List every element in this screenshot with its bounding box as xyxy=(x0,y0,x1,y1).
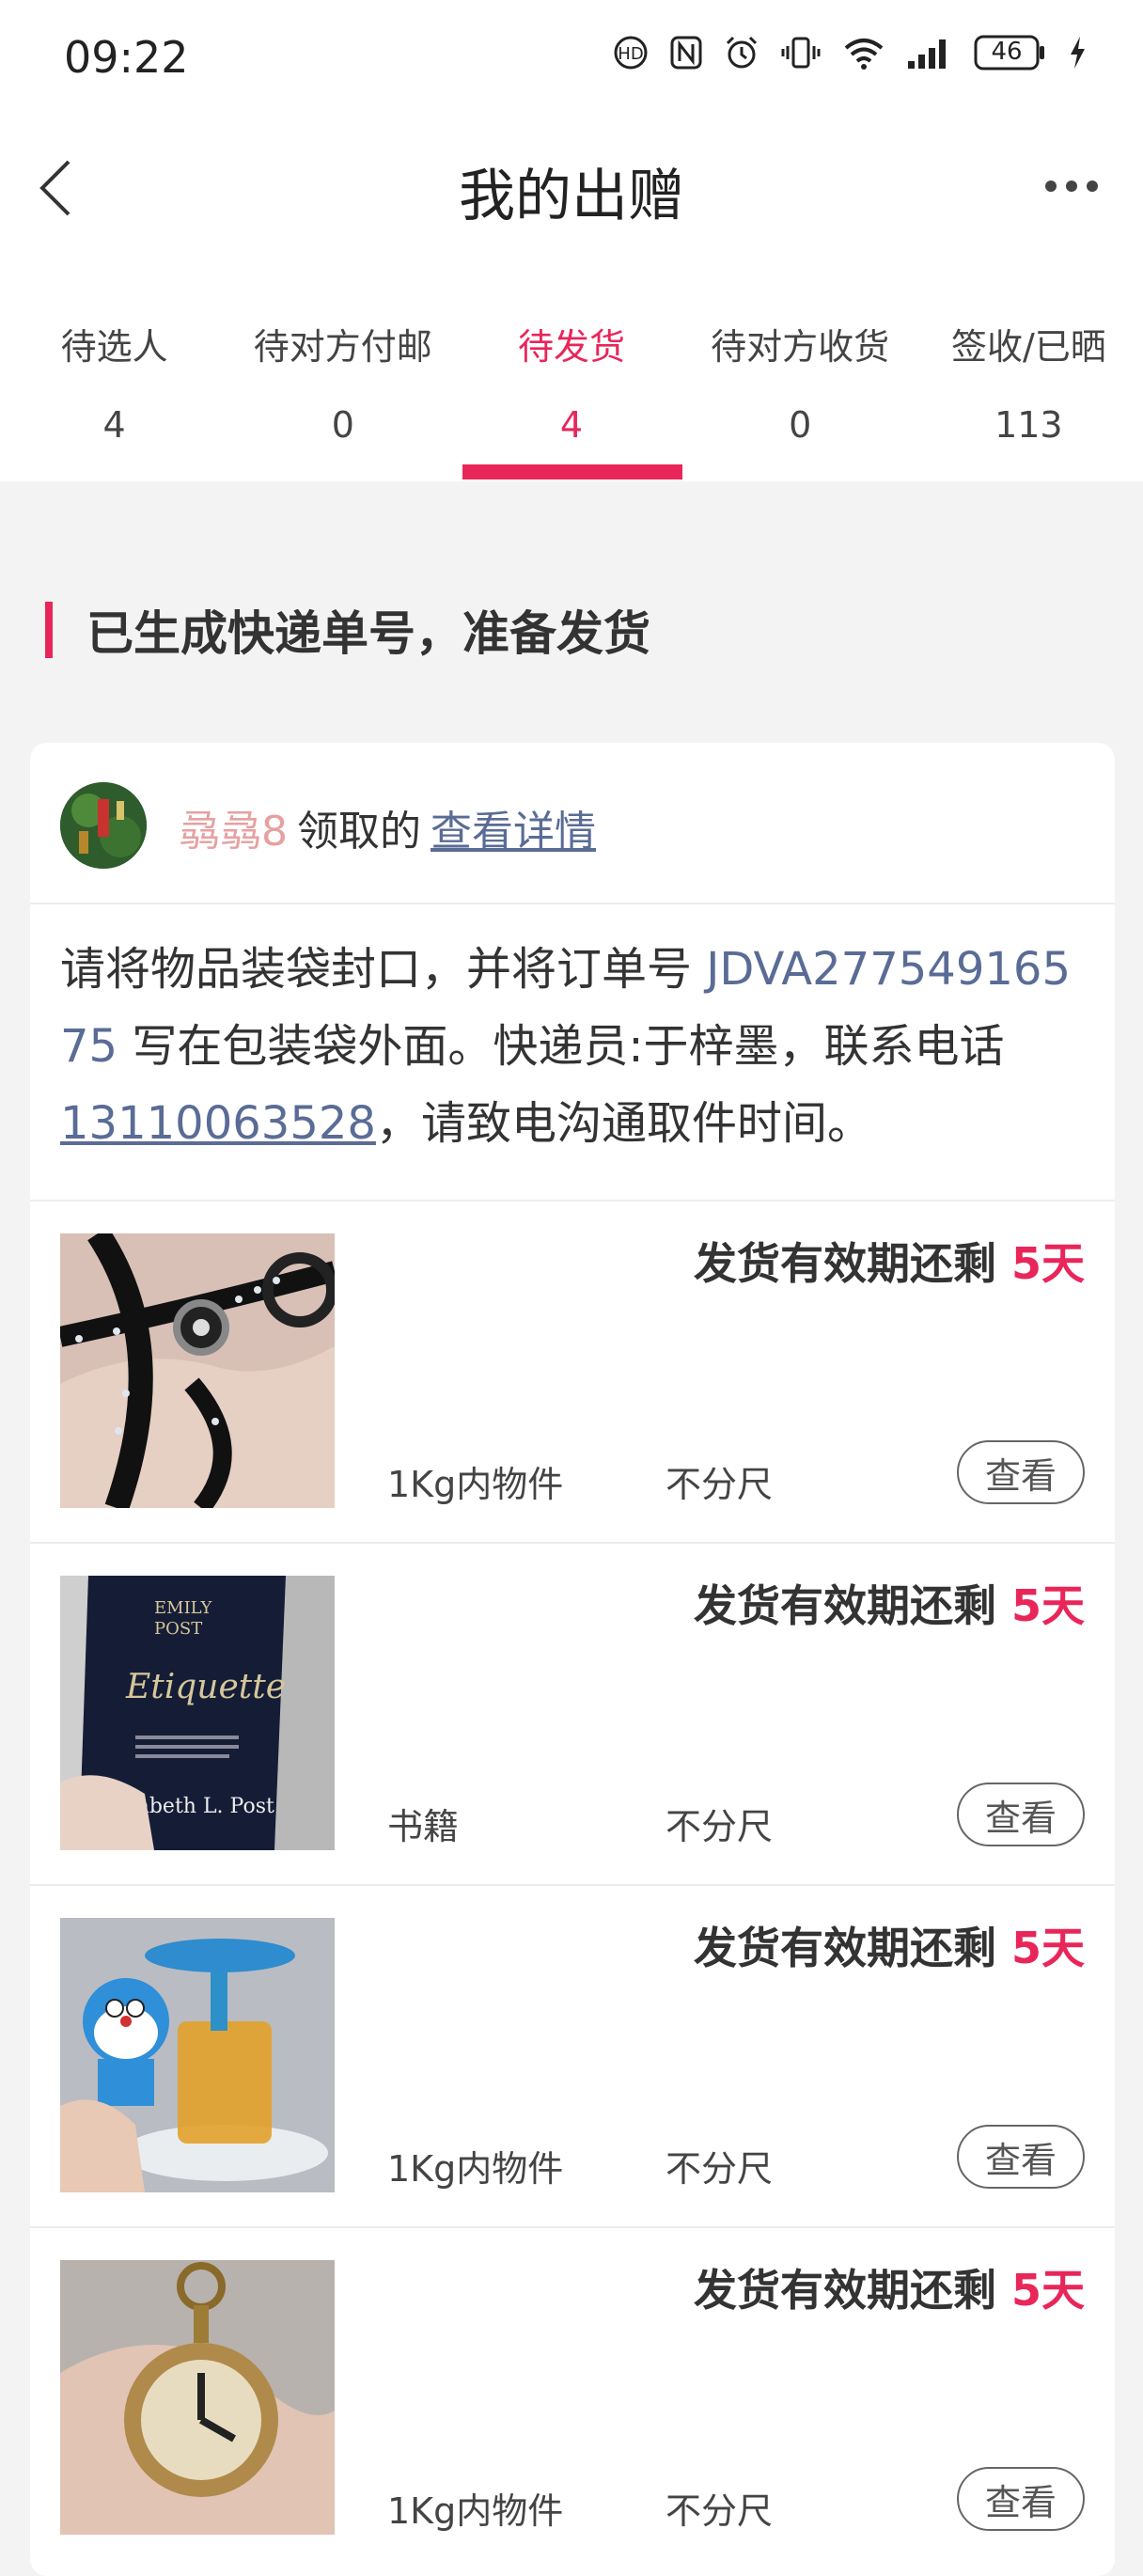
deadline-label: 发货有效期还剩 xyxy=(693,2265,996,2316)
book-text: EMILY xyxy=(154,1598,212,1618)
status-time: 09:22 xyxy=(64,32,189,83)
tab-label: 待选人 xyxy=(60,326,168,368)
svg-text:HD: HD xyxy=(618,44,643,64)
item-category: 1Kg内物件 xyxy=(387,2148,564,2190)
tab-pending-receive[interactable]: 待对方收货 0 xyxy=(686,263,915,481)
tab-pending-ship[interactable]: 待发货 4 xyxy=(457,263,685,481)
claim-line: 骉骉8 领取的 查看详情 xyxy=(179,797,596,857)
tab-signed-shared[interactable]: 签收/已晒 113 xyxy=(915,263,1143,481)
list-item[interactable]: 发货有效期还剩 5天 1Kg内物件 不分尺 查看 xyxy=(30,1200,1115,1544)
section-title: 已生成快递单号，准备发货 xyxy=(86,606,650,661)
courier-phone-link[interactable]: 13110063528 xyxy=(60,1097,376,1150)
card-header: 骉骉8 领取的 查看详情 xyxy=(30,743,1115,904)
tab-count: 4 xyxy=(102,404,126,446)
tab-label: 待对方付邮 xyxy=(253,326,432,368)
item-photo xyxy=(60,2260,335,2535)
wifi-calling-icon: HD xyxy=(613,35,649,71)
battery-icon: 46 xyxy=(974,34,1047,71)
more-dots-icon xyxy=(1045,181,1098,192)
page-title: 我的出赠 xyxy=(459,164,684,229)
more-button[interactable] xyxy=(1036,158,1107,214)
active-tab-indicator xyxy=(462,464,682,479)
wifi-icon xyxy=(842,35,885,71)
deadline-days: 5天 xyxy=(1010,1238,1085,1289)
list-item[interactable]: 发货有效期还剩 5天 1Kg内物件 不分尺 查看 xyxy=(30,1884,1115,2228)
book-text: POST xyxy=(154,1619,202,1639)
status-icons: HD 46 xyxy=(613,34,1087,71)
tab-label: 待对方收货 xyxy=(711,326,890,368)
shipping-instruction: 请将物品装袋封口，并将订单号 JDVA27754916575 写在包装袋外面。快… xyxy=(60,931,1094,1162)
view-button[interactable]: 查看 xyxy=(957,1440,1085,1504)
deadline-days: 5天 xyxy=(1010,1923,1085,1973)
tab-pending-select[interactable]: 待选人 4 xyxy=(0,263,228,481)
charging-icon xyxy=(1068,35,1087,71)
shipment-card: 骉骉8 领取的 查看详情 请将物品装袋封口，并将订单号 JDVA2775491657… xyxy=(30,743,1115,2576)
tab-count: 113 xyxy=(994,404,1063,446)
claim-text: 领取的 xyxy=(297,808,421,856)
item-size: 不分尺 xyxy=(665,2490,774,2532)
deadline-label: 发货有效期还剩 xyxy=(693,1238,996,1289)
instruction-text: ，请致电沟通取件时间。 xyxy=(375,1097,872,1150)
item-photo xyxy=(60,1918,335,2192)
item-size: 不分尺 xyxy=(665,1806,774,1847)
item-size: 不分尺 xyxy=(665,1464,774,1505)
ship-deadline: 发货有效期还剩 5天 xyxy=(694,1914,1085,1976)
vibrate-icon xyxy=(780,35,822,71)
deadline-label: 发货有效期还剩 xyxy=(693,1580,996,1631)
avatar[interactable] xyxy=(60,782,147,869)
list-item[interactable]: EMILY POST Etiquette Elizabeth L. Post 发… xyxy=(30,1542,1115,1886)
view-button[interactable]: 查看 xyxy=(957,2467,1085,2531)
deadline-days: 5天 xyxy=(1010,1580,1085,1631)
instruction-text: 写在包装袋外面。快递员:于梓墨，联系电话 xyxy=(117,1020,1005,1073)
book-text: Etiquette xyxy=(125,1668,286,1706)
nfc-icon xyxy=(669,35,703,71)
section-header: 已生成快递单号，准备发货 xyxy=(45,602,650,661)
deadline-days: 5天 xyxy=(1010,2265,1085,2316)
claimer-name[interactable]: 骉骉8 xyxy=(179,808,288,856)
view-details-link[interactable]: 查看详情 xyxy=(431,808,596,856)
status-bar: 09:22 HD 46 xyxy=(0,0,1143,113)
item-photo xyxy=(60,1233,335,1508)
item-photo: EMILY POST Etiquette Elizabeth L. Post xyxy=(60,1576,335,1850)
ship-deadline: 发货有效期还剩 5天 xyxy=(694,2256,1085,2318)
ship-deadline: 发货有效期还剩 5天 xyxy=(694,1572,1085,1634)
ship-deadline: 发货有效期还剩 5天 xyxy=(694,1230,1085,1292)
battery-level: 46 xyxy=(991,38,1023,66)
section-accent-bar xyxy=(45,602,53,658)
tab-count: 0 xyxy=(331,404,354,446)
item-size: 不分尺 xyxy=(665,2148,774,2190)
nav-bar: 我的出赠 xyxy=(0,113,1143,263)
signal-icon xyxy=(906,35,953,71)
view-button[interactable]: 查看 xyxy=(957,1783,1085,1846)
deadline-label: 发货有效期还剩 xyxy=(693,1923,996,1973)
tab-count: 0 xyxy=(789,404,812,446)
list-item[interactable]: 发货有效期还剩 5天 1Kg内物件 不分尺 查看 xyxy=(30,2226,1115,2570)
alarm-icon xyxy=(724,35,759,71)
view-button[interactable]: 查看 xyxy=(957,2125,1085,2189)
tab-count: 4 xyxy=(559,404,584,446)
item-category: 1Kg内物件 xyxy=(387,2490,564,2532)
status-tabs: 待选人 4 待对方付邮 0 待发货 4 待对方收货 0 签收/已晒 113 xyxy=(0,263,1143,481)
tab-label: 待发货 xyxy=(517,326,625,368)
tab-pending-postage[interactable]: 待对方付邮 0 xyxy=(228,263,457,481)
item-category: 1Kg内物件 xyxy=(387,1464,564,1505)
instruction-text: 请将物品装袋封口，并将订单号 xyxy=(60,943,707,996)
tab-label: 签收/已晒 xyxy=(950,326,1106,368)
item-category: 书籍 xyxy=(387,1806,460,1847)
